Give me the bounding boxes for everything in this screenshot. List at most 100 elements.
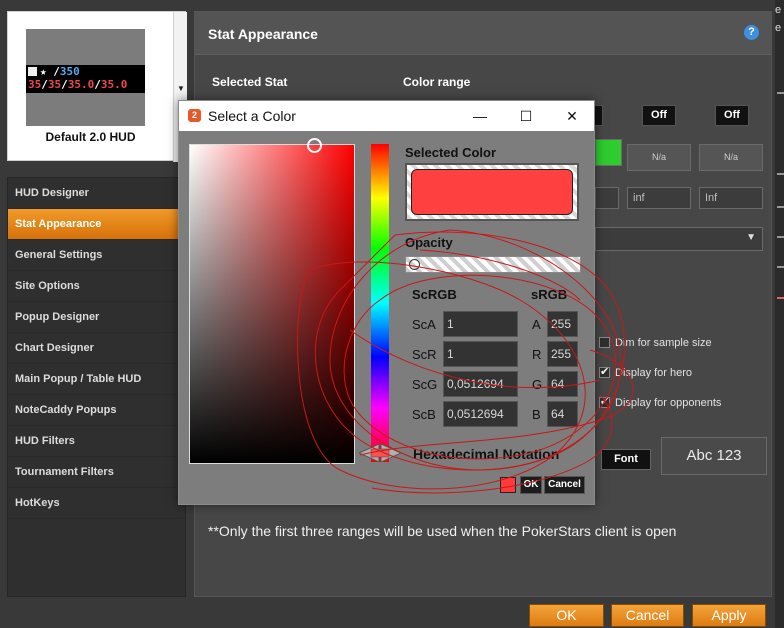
selected-color-fill [411, 169, 573, 215]
dialog-cancel-button[interactable]: Cancel [544, 476, 585, 494]
chevron-down-icon: ▼ [746, 232, 756, 243]
sidebar-item-site-options[interactable]: Site Options [8, 271, 185, 302]
range-color-na-2[interactable]: N/a [699, 144, 763, 171]
hue-slider[interactable] [371, 144, 389, 462]
color-range-label: Color range [403, 75, 471, 89]
display-opponents-label: Display for opponents [615, 397, 722, 409]
sidebar-item-notecaddy-popups[interactable]: NoteCaddy Popups [8, 395, 185, 426]
scrgb-channel-input[interactable]: 0,0512694 [443, 371, 518, 397]
sidebar-item-stat-appearance[interactable]: Stat Appearance [8, 209, 185, 240]
maximize-icon[interactable]: ☐ [511, 104, 541, 128]
dim-sample-checkbox[interactable]: Dim for sample size [599, 337, 712, 349]
color-cursor[interactable] [307, 138, 322, 153]
hud-preview-row-2: 35/35/35.0/35.0 [28, 78, 145, 91]
dialog-titlebar[interactable]: 2 Select a Color — ☐ ✕ [179, 101, 594, 131]
range-max-field-2[interactable]: Inf [699, 187, 763, 209]
hud-note-square-icon [28, 67, 37, 76]
srgb-channel-input[interactable]: 64 [547, 371, 578, 397]
hud-stat-value: ★ [40, 65, 54, 78]
display-hero-checkbox[interactable]: Display for hero [599, 365, 693, 379]
srgb-channel-label: B [532, 407, 541, 422]
chevron-down-icon: ▼ [177, 84, 185, 93]
app-logo-icon: 2 [188, 109, 201, 122]
minimize-icon[interactable]: — [465, 104, 495, 128]
ok-button[interactable]: OK [529, 604, 604, 627]
cancel-button[interactable]: Cancel [611, 604, 684, 627]
scrgb-channel-label: ScA [412, 317, 436, 332]
scrgb-channel-input[interactable]: 1 [443, 341, 518, 367]
scrgb-label: ScRGB [412, 287, 457, 302]
dialog-title: Select a Color [208, 108, 296, 124]
sidebar-item-hud-designer[interactable]: HUD Designer [8, 178, 185, 209]
display-opponents-checkbox[interactable]: Display for opponents [599, 395, 722, 409]
help-icon[interactable]: ? [744, 25, 759, 40]
sidebar-item-popup-designer[interactable]: Popup Designer [8, 302, 185, 333]
scrgb-channel-label: ScB [412, 407, 436, 422]
srgb-label: sRGB [531, 287, 568, 302]
edge-mark [777, 236, 784, 238]
dialog-ok-button[interactable]: OK [520, 476, 542, 494]
font-preview: Abc 123 [661, 437, 767, 475]
color-preview-swatch [500, 477, 516, 493]
hud-preview-stats: ★ /350 35/35/35.0/35.0 [26, 65, 145, 93]
scrgb-channel-label: ScG [412, 377, 438, 392]
hud-name-label: Default 2.0 HUD [45, 130, 136, 144]
hud-stat-value: 35 [47, 78, 62, 91]
checkbox-box[interactable] [599, 337, 610, 348]
hue-thumb-swatch [370, 448, 390, 458]
hud-stat-value: 35.0 [100, 78, 128, 91]
selected-color-label: Selected Color [405, 145, 497, 160]
range-min-field-0[interactable] [595, 187, 619, 209]
srgb-channel-label: G [532, 377, 543, 392]
sidebar-item-main-popup-table-hud[interactable]: Main Popup / Table HUD [8, 364, 185, 395]
hud-stat-value: / [53, 65, 60, 78]
selected-stat-label: Selected Stat [212, 75, 288, 89]
opacity-slider-thumb[interactable] [409, 259, 420, 270]
sidebar-item-hud-filters[interactable]: HUD Filters [8, 426, 185, 457]
edge-mark [777, 92, 784, 94]
edge-mark [777, 266, 784, 268]
checkbox-box[interactable] [599, 365, 610, 378]
hud-preview-row-1: ★ /350 [28, 65, 145, 78]
close-icon[interactable]: ✕ [557, 104, 587, 128]
opacity-slider[interactable] [405, 256, 581, 273]
font-button[interactable]: Font [601, 449, 651, 470]
edge-mark [777, 173, 784, 175]
srgb-channel-label: R [532, 347, 542, 362]
srgb-channel-input[interactable]: 255 [547, 341, 578, 367]
hex-notation-label: Hexadecimal Notation [413, 446, 560, 462]
checkbox-box[interactable] [599, 395, 610, 408]
select-color-dialog: 2 Select a Color — ☐ ✕ Selected Color Op… [178, 100, 595, 505]
sidebar-item-hotkeys[interactable]: HotKeys [8, 488, 185, 519]
toggle-off-2[interactable]: Off [715, 105, 749, 126]
toggle-off-1[interactable]: Off [642, 105, 676, 126]
dim-sample-label: Dim for sample size [615, 337, 712, 349]
opacity-label: Opacity [405, 235, 453, 250]
background-window-edge: e e [775, 0, 784, 628]
display-hero-label: Display for hero [615, 367, 693, 379]
hud-preview-image: ★ /350 35/35/35.0/35.0 [26, 29, 145, 126]
scrgb-channel-input[interactable]: 0,0512694 [443, 401, 518, 427]
sidebar-item-general-settings[interactable]: General Settings [8, 240, 185, 271]
sidebar-item-chart-designer[interactable]: Chart Designer [8, 333, 185, 364]
scrgb-channel-input[interactable]: 1 [443, 311, 518, 337]
range-color-na-1[interactable]: N/a [627, 144, 691, 171]
dialog-body: Selected Color Opacity ScRGB sRGB ScA 1 A 2… [179, 131, 594, 504]
saturation-value-area[interactable] [189, 138, 355, 464]
srgb-channel-input[interactable]: 64 [547, 401, 578, 427]
hud-stat-value: / [94, 78, 101, 91]
hud-stat-value: / [61, 78, 68, 91]
hue-slider-thumb[interactable] [359, 444, 401, 462]
pokerstars-note: **Only the first three ranges will be us… [208, 523, 677, 539]
range-max-field-1[interactable]: inf [627, 187, 691, 209]
hud-selector-card[interactable]: ★ /350 35/35/35.0/35.0 Default 2.0 HUD ▼ [7, 11, 187, 162]
edge-text-1: e [775, 4, 782, 16]
style-select[interactable]: ▼ [595, 227, 763, 251]
edge-mark [777, 297, 784, 299]
range-color-green[interactable] [595, 139, 622, 166]
hud-editor-window: ★ /350 35/35/35.0/35.0 Default 2.0 HUD ▼… [0, 0, 784, 628]
sidebar-item-tournament-filters[interactable]: Tournament Filters [8, 457, 185, 488]
apply-button[interactable]: Apply [692, 604, 766, 627]
srgb-channel-input[interactable]: 255 [547, 311, 578, 337]
selected-color-swatch [405, 163, 579, 221]
